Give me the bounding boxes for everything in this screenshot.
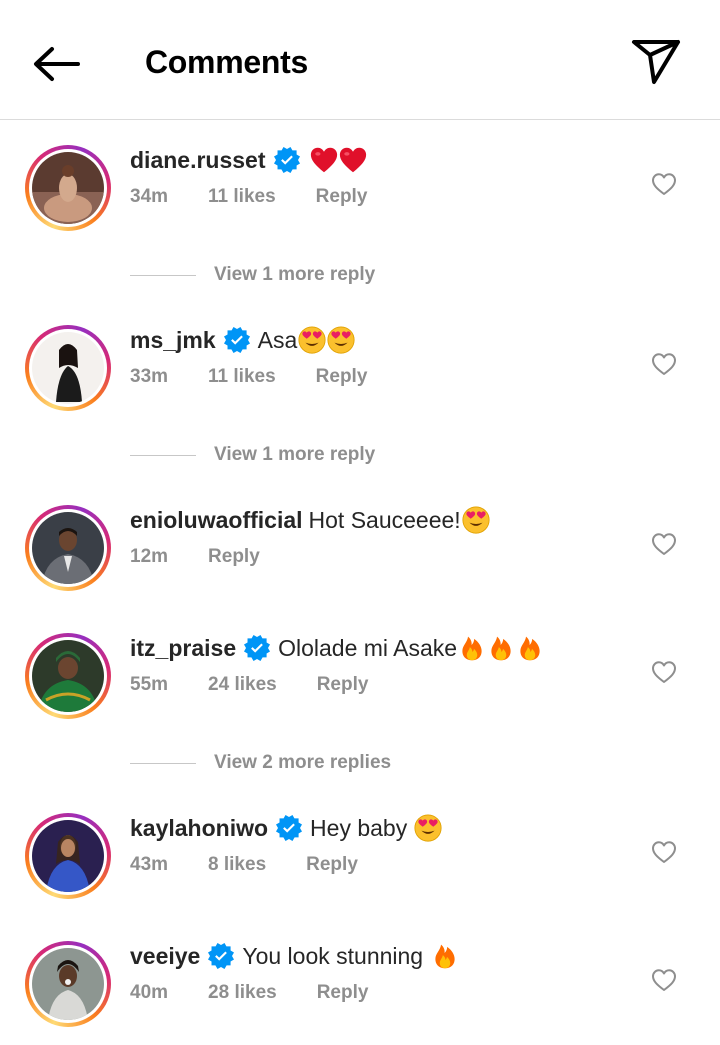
- heart-eyes-emoji-icon: [327, 326, 355, 354]
- comment-time: 12m: [130, 546, 169, 567]
- story-ring[interactable]: [25, 633, 111, 719]
- reply-button[interactable]: Reply: [317, 981, 369, 1005]
- arrow-left-icon: [34, 47, 80, 81]
- like-count[interactable]: 28 likes: [208, 981, 277, 1005]
- comment-text: Hey baby: [310, 815, 408, 841]
- page-title: Comments: [145, 44, 308, 80]
- story-ring[interactable]: [25, 325, 111, 411]
- verified-badge-icon: [208, 943, 234, 969]
- comment-text: Asa: [257, 327, 298, 353]
- like-heart-icon[interactable]: [651, 352, 677, 376]
- story-ring[interactable]: [25, 941, 111, 1027]
- story-ring[interactable]: [25, 145, 111, 231]
- heart-eyes-emoji-icon: [462, 506, 490, 534]
- avatar: [32, 820, 104, 892]
- comment-time: 43m: [130, 854, 169, 875]
- like-heart-icon[interactable]: [651, 172, 677, 196]
- avatar: [32, 332, 104, 404]
- verified-badge-icon: [274, 147, 300, 173]
- story-ring[interactable]: [25, 813, 111, 899]
- reply-button[interactable]: Reply: [306, 853, 358, 877]
- like-count[interactable]: 11 likes: [208, 365, 276, 389]
- reply-button[interactable]: Reply: [316, 365, 368, 389]
- reply-button[interactable]: Reply: [317, 673, 369, 697]
- view-replies-label: View 1 more reply: [214, 264, 376, 285]
- divider: [130, 762, 196, 764]
- like-heart-icon[interactable]: [651, 660, 677, 684]
- view-replies-button[interactable]: View 1 more reply: [130, 262, 375, 288]
- like-heart-icon[interactable]: [651, 968, 677, 992]
- comment-time: 34m: [130, 186, 169, 207]
- verified-badge-icon: [224, 327, 250, 353]
- reply-button[interactable]: Reply: [316, 185, 368, 209]
- username[interactable]: veeiye: [130, 941, 200, 971]
- view-replies-label: View 1 more reply: [214, 444, 376, 465]
- fire-emoji-icon: [487, 634, 515, 662]
- avatar: [32, 948, 104, 1020]
- share-button[interactable]: [630, 38, 684, 86]
- view-replies-button[interactable]: View 1 more reply: [130, 442, 375, 468]
- paper-plane-icon: [632, 40, 680, 84]
- fire-emoji-icon: [516, 634, 544, 662]
- divider: [130, 454, 196, 456]
- comment-text: Hot Sauceeee!: [308, 507, 461, 533]
- avatar: [32, 640, 104, 712]
- username[interactable]: kaylahoniwo: [130, 813, 268, 843]
- username[interactable]: ms_jmk: [130, 325, 216, 355]
- comment-time: 33m: [130, 366, 169, 387]
- like-heart-icon[interactable]: [651, 532, 677, 556]
- heart-eyes-emoji-icon: [298, 326, 326, 354]
- fire-emoji-icon: [431, 942, 459, 970]
- red-heart-icon: [310, 146, 338, 174]
- like-count[interactable]: 11 likes: [208, 185, 276, 209]
- reply-button[interactable]: Reply: [208, 545, 260, 569]
- verified-badge-icon: [276, 815, 302, 841]
- header-bar: Comments: [0, 0, 720, 120]
- red-heart-icon: [339, 146, 367, 174]
- heart-eyes-emoji-icon: [414, 814, 442, 842]
- comment-text: Ololade mi Asake: [278, 635, 458, 661]
- comment-time: 55m: [130, 674, 169, 695]
- verified-badge-icon: [244, 635, 270, 661]
- view-replies-button[interactable]: View 2 more replies: [130, 750, 391, 776]
- comment-time: 40m: [130, 982, 169, 1003]
- like-heart-icon[interactable]: [651, 840, 677, 864]
- avatar: [32, 152, 104, 224]
- back-button[interactable]: [28, 40, 84, 88]
- like-count[interactable]: 24 likes: [208, 673, 277, 697]
- divider: [130, 274, 196, 276]
- comment-text: You look stunning: [242, 943, 424, 969]
- story-ring[interactable]: [25, 505, 111, 591]
- avatar: [32, 512, 104, 584]
- username[interactable]: enioluwaofficial: [130, 505, 303, 535]
- like-count[interactable]: 8 likes: [208, 853, 266, 877]
- username[interactable]: diane.russet: [130, 145, 266, 175]
- fire-emoji-icon: [458, 634, 486, 662]
- username[interactable]: itz_praise: [130, 633, 236, 663]
- view-replies-label: View 2 more replies: [214, 752, 392, 773]
